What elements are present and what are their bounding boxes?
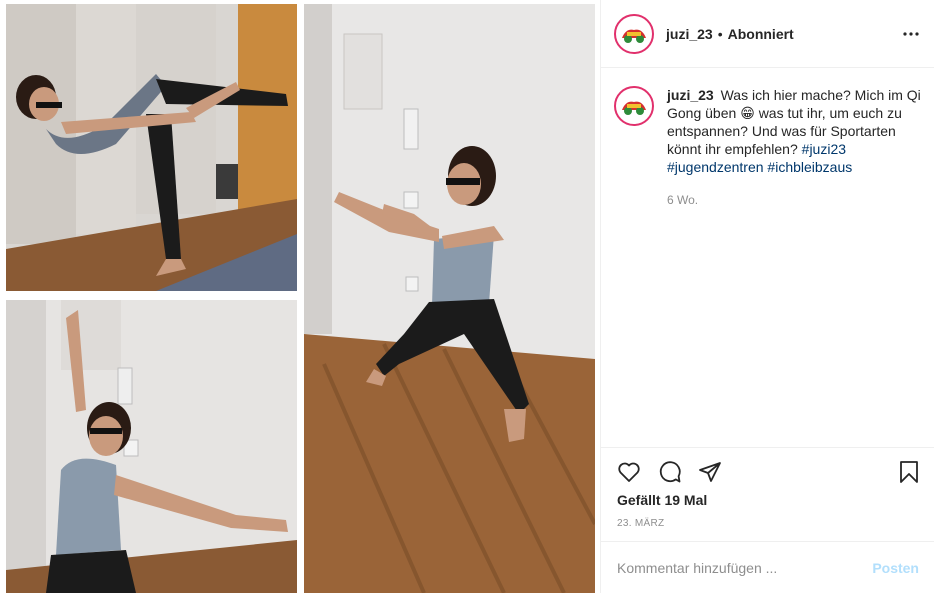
comment-input[interactable] [617,560,873,576]
post-comment-button[interactable]: Posten [872,560,919,576]
bookmark-icon[interactable] [895,458,923,486]
avatar[interactable] [614,13,654,54]
heart-icon[interactable] [615,458,643,486]
caption-username[interactable]: juzi_23 [667,87,714,103]
caption-avatar[interactable] [614,86,654,126]
post-media[interactable] [0,0,600,593]
comment-bar: Posten [601,541,934,593]
post-header: juzi_23 • Abonniert [601,0,934,68]
comment-bubble-icon[interactable] [656,458,684,486]
juzi-logo-icon [619,91,649,121]
grin-emoji-icon: 😁 [740,105,755,121]
header-username[interactable]: juzi_23 [666,26,713,42]
hashtag-link[interactable]: #jugendzentren [667,159,764,175]
header-separator: • [717,25,723,42]
photo-side-stretch [6,300,297,593]
juzi-logo-icon [619,18,649,49]
hashtag-link[interactable]: #ichbleibzaus [767,159,852,175]
more-options-icon[interactable] [903,24,919,44]
photo-warrior-pose [6,4,297,291]
caption-text-block: juzi_23 Was ich hier mache? Mich im Qi G… [667,86,924,209]
post-side-panel: juzi_23 • Abonniert juzi_23 Was ich hier… [600,0,934,593]
photo-qigong-stance [304,4,595,593]
hashtag-link[interactable]: #juzi23 [802,141,846,157]
post-date[interactable]: 23. März [617,518,664,529]
paper-plane-icon[interactable] [696,458,724,486]
post-caption: juzi_23 Was ich hier mache? Mich im Qi G… [614,86,924,209]
likes-count[interactable]: Gefällt 19 Mal [617,492,707,508]
post-actions-section: Gefällt 19 Mal 23. März Posten [601,447,934,593]
action-bar [615,458,923,488]
caption-timestamp[interactable]: 6 Wo. [667,191,924,209]
follow-status-button[interactable]: Abonniert [728,26,794,42]
